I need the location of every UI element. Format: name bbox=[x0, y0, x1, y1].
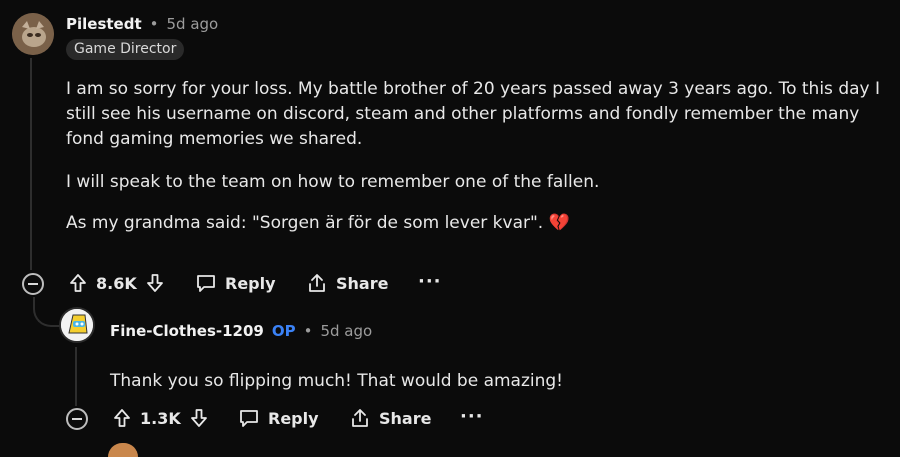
vote-count: 8.6K bbox=[96, 273, 137, 293]
thread-line bbox=[30, 58, 32, 270]
comment-line: I will speak to the team on how to remem… bbox=[66, 172, 600, 192]
more-options-button[interactable]: ··· bbox=[418, 271, 442, 292]
comment-line: Thank you so flipping much! That would b… bbox=[110, 371, 563, 391]
comment-line: still see his username on discord, steam… bbox=[66, 104, 860, 124]
share-label: Share bbox=[336, 273, 389, 293]
thread-line bbox=[75, 347, 77, 406]
reply-button[interactable]: Reply bbox=[238, 408, 319, 428]
vote-controls: 1.3K bbox=[112, 408, 209, 428]
arrow-up-icon[interactable] bbox=[68, 273, 88, 293]
avatar[interactable] bbox=[59, 307, 95, 343]
comment-body: I am so sorry for your loss. My battle b… bbox=[66, 77, 880, 236]
meta-separator: • bbox=[149, 15, 159, 33]
arrow-down-icon[interactable] bbox=[189, 408, 209, 428]
timestamp[interactable]: 5d ago bbox=[167, 15, 219, 33]
share-button[interactable]: Share bbox=[306, 273, 388, 293]
cat-avatar-icon bbox=[12, 13, 54, 55]
comment-line: fond gaming memories we shared. bbox=[66, 129, 363, 149]
speech-bubble-icon bbox=[195, 273, 217, 293]
minus-icon bbox=[72, 418, 82, 420]
username[interactable]: Fine-Clothes-1209 bbox=[110, 322, 264, 340]
reply-label: Reply bbox=[225, 273, 276, 293]
reply-button[interactable]: Reply bbox=[195, 273, 276, 293]
arrow-down-icon[interactable] bbox=[145, 273, 165, 293]
share-label: Share bbox=[379, 408, 432, 428]
avatar[interactable] bbox=[108, 443, 138, 457]
comment-line: As my grandma said: "Sorgen är för de so… bbox=[66, 213, 570, 233]
share-button[interactable]: Share bbox=[349, 408, 431, 428]
arrow-up-icon[interactable] bbox=[112, 408, 132, 428]
username[interactable]: Pilestedt bbox=[66, 15, 142, 33]
minus-icon bbox=[28, 283, 38, 285]
vote-count: 1.3K bbox=[140, 408, 181, 428]
user-flair: Game Director bbox=[66, 39, 185, 60]
collapse-button[interactable] bbox=[22, 273, 44, 295]
speech-bubble-icon bbox=[238, 408, 260, 428]
op-badge: OP bbox=[271, 322, 296, 340]
share-icon bbox=[349, 408, 371, 428]
meta-separator: • bbox=[303, 322, 313, 340]
share-icon bbox=[306, 273, 328, 293]
timestamp[interactable]: 5d ago bbox=[320, 322, 372, 340]
vote-controls: 8.6K bbox=[68, 273, 165, 293]
collapse-button[interactable] bbox=[66, 408, 88, 430]
reply-label: Reply bbox=[268, 408, 319, 428]
more-options-button[interactable]: ··· bbox=[460, 406, 484, 427]
avatar[interactable] bbox=[12, 13, 54, 55]
comment-line: I am so sorry for your loss. My battle b… bbox=[66, 79, 880, 99]
comment-body: Thank you so flipping much! That would b… bbox=[110, 369, 563, 394]
snoo-avatar-icon bbox=[61, 309, 93, 341]
